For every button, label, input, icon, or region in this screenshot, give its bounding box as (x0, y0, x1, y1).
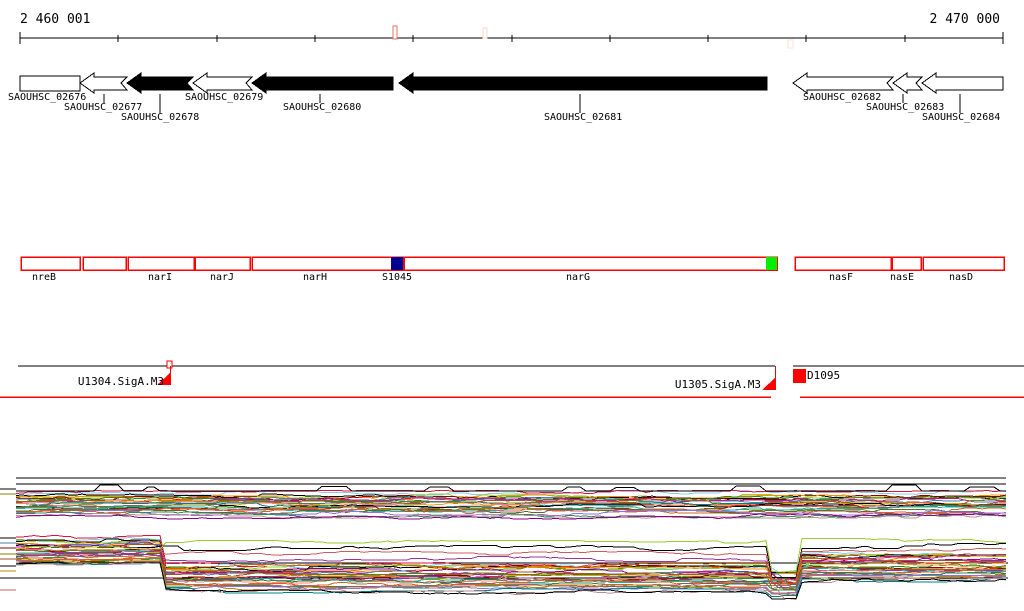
tu-label-U1305.SigA.M3: U1305.SigA.M3 (674, 378, 761, 391)
feature-box-narH[interactable] (251, 256, 404, 271)
gene-label-SAOUHSC_02680: SAOUHSC_02680 (283, 102, 362, 113)
feature-square-end-marker[interactable] (766, 257, 777, 270)
feature-label-nasD: nasD (948, 272, 974, 283)
feature-box-nasF[interactable] (794, 256, 892, 271)
gene-label-SAOUHSC_02679: SAOUHSC_02679 (185, 92, 264, 103)
gene-arrow-SAOUHSC_02682[interactable] (792, 72, 895, 94)
feature-label-narI: narI (147, 272, 173, 283)
gene-arrow-SAOUHSC_02679[interactable] (192, 72, 254, 94)
feature-label-narJ: narJ (209, 272, 235, 283)
feature-box-nreB[interactable] (20, 256, 81, 271)
tu-flag-U1305.SigA.M3[interactable] (762, 377, 776, 390)
ruler-marker[interactable] (482, 27, 488, 39)
gene-arrow-SAOUHSC_02678[interactable] (126, 72, 195, 94)
feature-label-nasF: nasF (828, 272, 854, 283)
ruler-start-coordinate: 2 460 001 (20, 12, 91, 27)
feature-label-nreB: nreB (31, 272, 57, 283)
gene-arrow-SAOUHSC_02683[interactable] (892, 72, 924, 94)
gene-arrow-SAOUHSC_02676[interactable] (19, 75, 81, 92)
feature-label-S1045: S1045 (381, 272, 413, 283)
feature-box-nasD[interactable] (922, 256, 1005, 271)
gene-label-SAOUHSC_02681: SAOUHSC_02681 (544, 112, 623, 123)
genome-browser-view: 2 460 001 2 470 000 SAOUHSC_02676 SAOUHS… (0, 0, 1024, 611)
gene-arrow-SAOUHSC_02677[interactable] (79, 72, 129, 94)
feature-label-narG: narG (565, 272, 591, 283)
gene-arrow-SAOUHSC_02680[interactable] (251, 72, 394, 94)
ruler-marker[interactable] (787, 39, 794, 49)
ruler-marker[interactable] (392, 25, 398, 40)
gene-arrow-SAOUHSC_02681[interactable] (398, 72, 768, 94)
feature-box-narJ[interactable] (194, 256, 251, 271)
feature-label-narH: narH (302, 272, 328, 283)
feature-square-S1045[interactable] (391, 257, 403, 270)
feature-box-narG[interactable] (403, 256, 778, 271)
feature-label-nasE: nasE (889, 272, 915, 283)
tu-flag-box[interactable] (166, 360, 173, 369)
feature-box-nasE[interactable] (891, 256, 922, 271)
ruler-end-coordinate: 2 470 000 (929, 12, 1000, 27)
gene-arrow-SAOUHSC_02684[interactable] (921, 72, 1004, 94)
feature-box-unnamed[interactable] (82, 256, 127, 271)
tu-marker-D1095[interactable] (793, 369, 806, 383)
tu-label-D1095: D1095 (807, 369, 841, 382)
gene-label-SAOUHSC_02678: SAOUHSC_02678 (121, 112, 200, 123)
tu-label-U1304.SigA.M3: U1304.SigA.M3 (77, 375, 164, 388)
feature-box-narI[interactable] (127, 256, 195, 271)
gene-label-SAOUHSC_02684: SAOUHSC_02684 (922, 112, 1001, 123)
